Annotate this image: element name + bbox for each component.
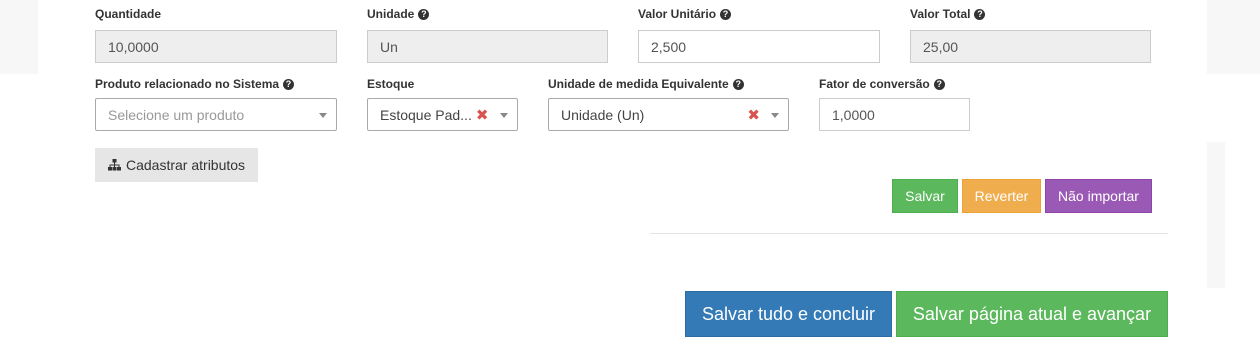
unidade-label: Unidade ? [367, 7, 430, 21]
unidade-field: Un [367, 30, 608, 63]
page-background-right-lower [1207, 142, 1225, 288]
nao-importar-button[interactable]: Não importar [1045, 179, 1152, 213]
question-circle-icon[interactable]: ? [732, 78, 744, 90]
quantidade-label: Quantidade [95, 7, 162, 21]
unidade-equivalente-label: Unidade de medida Equivalente ? [548, 77, 744, 91]
valor-unitario-input[interactable]: 2,500 [638, 30, 880, 63]
clear-icon[interactable]: ✖ [747, 106, 760, 124]
estoque-label: Estoque [367, 77, 415, 91]
page-background-left [0, 0, 38, 74]
fator-conversao-label: Fator de conversão ? [819, 77, 945, 91]
caret-down-icon [500, 113, 508, 118]
question-circle-icon[interactable]: ? [974, 8, 986, 20]
salvar-button[interactable]: Salvar [892, 179, 958, 213]
salvar-pagina-avancar-button[interactable]: Salvar página atual e avançar [896, 291, 1168, 337]
question-circle-icon[interactable]: ? [933, 78, 945, 90]
quantidade-field: 10,0000 [95, 30, 337, 63]
divider [650, 233, 1168, 234]
question-circle-icon[interactable]: ? [720, 8, 732, 20]
produto-select[interactable]: Selecione um produto [95, 98, 337, 131]
estoque-select[interactable]: Estoque Pad... ✖ [367, 98, 518, 131]
cadastrar-atributos-button[interactable]: Cadastrar atributos [95, 148, 258, 182]
valor-total-field: 25,00 [910, 30, 1151, 63]
question-circle-icon[interactable]: ? [283, 78, 295, 90]
question-circle-icon[interactable]: ? [418, 8, 430, 20]
caret-down-icon [319, 113, 327, 118]
sitemap-icon [108, 159, 121, 171]
clear-icon[interactable]: ✖ [476, 106, 489, 124]
caret-down-icon [771, 113, 779, 118]
produto-label: Produto relacionado no Sistema ? [95, 77, 295, 91]
valor-unitario-label: Valor Unitário ? [638, 7, 732, 21]
reverter-button[interactable]: Reverter [962, 179, 1041, 213]
fator-conversao-input[interactable]: 1,0000 [819, 98, 970, 131]
salvar-tudo-concluir-button[interactable]: Salvar tudo e concluir [685, 291, 892, 337]
valor-total-label: Valor Total ? [910, 7, 986, 21]
page-background-right [1207, 0, 1260, 74]
unidade-equivalente-select[interactable]: Unidade (Un) ✖ [548, 98, 789, 131]
